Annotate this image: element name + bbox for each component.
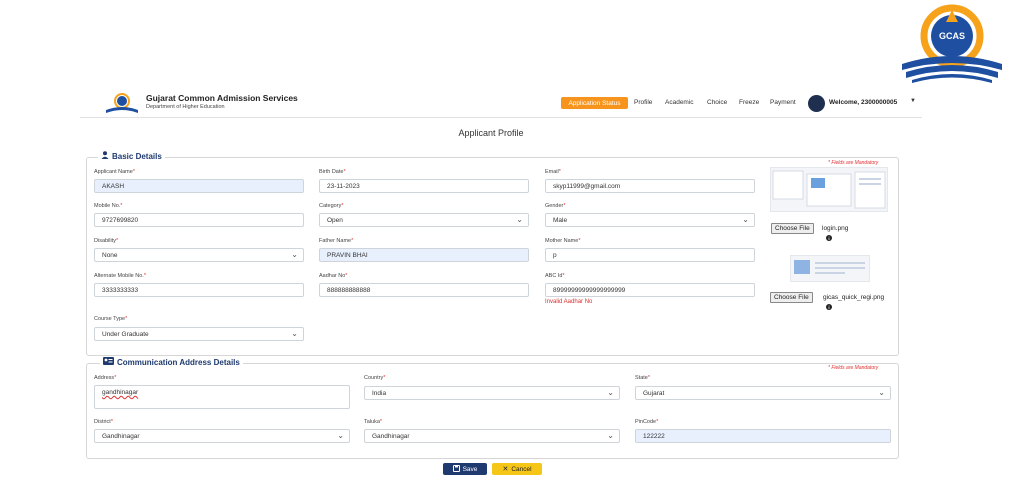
choose-file-button-1[interactable]: Choose File (771, 223, 814, 234)
address-title: Communication Address Details (117, 357, 240, 367)
district-select[interactable]: Gandhinagar (94, 429, 350, 443)
email-label: Email* (545, 169, 561, 175)
mother-name-input[interactable]: p (545, 248, 755, 262)
applicant-name-label: Applicant Name* (94, 169, 135, 175)
father-name-input[interactable]: PRAVIN BHAI (319, 248, 529, 262)
close-icon: ✕ (502, 466, 509, 473)
address-panel (86, 363, 899, 459)
category-select[interactable]: Open (319, 213, 529, 227)
pincode-input[interactable]: 122222 (635, 429, 891, 443)
abc-id-error: Invalid Aadhar No (545, 299, 593, 305)
course-type-select[interactable]: Under Graduate (94, 327, 304, 341)
father-name-label: Father Name* (319, 238, 354, 244)
taluka-select[interactable]: Gandhinagar (364, 429, 620, 443)
alt-mobile-input[interactable]: 3333333333 (94, 283, 304, 297)
address-card-icon (103, 357, 114, 367)
page-title: Applicant Profile (458, 128, 524, 138)
upload-preview-quick-regi (790, 255, 870, 282)
birth-date-label: Birth Date* (319, 169, 346, 175)
basic-details-title: Basic Details (112, 151, 162, 161)
district-label: District* (94, 419, 113, 425)
mobile-label: Mobile No.* (94, 203, 123, 209)
mother-name-label: Mother Name* (545, 238, 581, 244)
user-icon (101, 151, 109, 161)
cancel-button[interactable]: ✕ Cancel (492, 463, 542, 475)
welcome-user[interactable]: Welcome, 2300000005 (829, 99, 897, 106)
save-button[interactable]: Save (443, 463, 487, 475)
disability-select[interactable]: None (94, 248, 304, 262)
applicant-name-input[interactable]: AKASH (94, 179, 304, 193)
nav-freeze[interactable]: Freeze (739, 99, 759, 106)
category-label: Category* (319, 203, 344, 209)
aadhar-label: Aadhar No* (319, 273, 348, 279)
email-input[interactable]: skyp11999@gmail.com (545, 179, 755, 193)
taluka-label: Taluka* (364, 419, 383, 425)
mandatory-note: * Fields are Mandatory (828, 160, 879, 166)
save-label: Save (462, 465, 478, 473)
state-label: State* (635, 375, 650, 381)
info-icon[interactable]: i (826, 235, 832, 241)
state-select[interactable]: Gujarat (635, 386, 891, 400)
choose-file-button-2[interactable]: Choose File (770, 292, 813, 303)
address-legend: Communication Address Details (100, 357, 243, 367)
nav-application-status[interactable]: Application Status (561, 97, 628, 109)
save-icon (452, 464, 460, 474)
birth-date-input[interactable]: 23-11-2023 (319, 179, 529, 193)
brand-subtitle: Department of Higher Education (146, 104, 225, 110)
mandatory-note: * Fields are Mandatory (828, 365, 879, 371)
chevron-down-icon[interactable]: ▼ (910, 98, 916, 104)
nav-academic[interactable]: Academic (665, 99, 694, 106)
abc-id-input[interactable]: 89999999999999999999 (545, 283, 755, 297)
gender-select[interactable]: Male (545, 213, 755, 227)
gcas-logo-small[interactable] (100, 92, 144, 114)
upload-filename-2: gicas_quick_regi.png (823, 294, 885, 301)
abc-id-label: ABC Id* (545, 273, 565, 279)
country-select[interactable]: India (364, 386, 620, 400)
mobile-input[interactable]: 9727699820 (94, 213, 304, 227)
aadhar-input[interactable]: 888888888888 (319, 283, 529, 297)
info-icon[interactable]: i (826, 304, 832, 310)
avatar[interactable] (808, 95, 825, 112)
course-type-label: Course Type* (94, 316, 128, 322)
disability-label: Disability* (94, 238, 119, 244)
pincode-label: PinCode* (635, 419, 659, 425)
alt-mobile-label: Alternate Mobile No.* (94, 273, 146, 279)
nav-profile[interactable]: Profile (634, 99, 652, 106)
basic-details-legend: Basic Details (98, 151, 165, 161)
nav-choice[interactable]: Choice (707, 99, 727, 106)
country-label: Country* (364, 375, 386, 381)
upload-preview-login (770, 167, 888, 212)
brand-title: Gujarat Common Admission Services (146, 93, 298, 103)
gender-label: Gender* (545, 203, 566, 209)
address-textarea[interactable]: gandhinagar (94, 385, 350, 409)
cancel-label: Cancel (511, 465, 532, 473)
nav-payment[interactable]: Payment (770, 99, 796, 106)
logo-text: GCAS (939, 31, 965, 41)
address-label: Address* (94, 375, 117, 381)
upload-filename-1: login.png (822, 225, 849, 232)
gcas-logo-large: GCAS (896, 2, 1008, 84)
